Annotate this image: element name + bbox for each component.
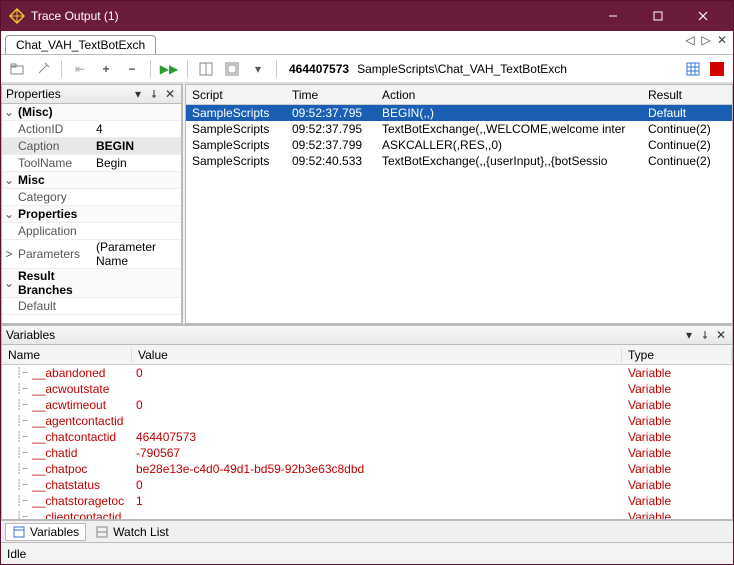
variable-row[interactable]: ┊┄__agentcontactidVariable [2, 413, 732, 429]
prop-row[interactable]: Application [2, 223, 181, 240]
trace-row[interactable]: SampleScripts09:52:40.533TextBotExchange… [186, 153, 732, 169]
bottom-tabstrip: Variables Watch List [1, 520, 733, 542]
variables-title: Variables [6, 328, 680, 342]
trace-grid: Script Time Action Result SampleScripts0… [185, 84, 733, 324]
variables-tab-icon [12, 525, 26, 539]
variable-row[interactable]: ┊┄__chatid-790567Variable [2, 445, 732, 461]
run-icon[interactable]: ▶▶ [159, 59, 179, 79]
layout-dropdown-icon[interactable]: ▾ [248, 59, 268, 79]
document-tabstrip: Chat_VAH_TextBotExch ◁ ▷ ✕ [1, 31, 733, 55]
watch-tab-icon [95, 525, 109, 539]
panel-pin-icon[interactable] [147, 87, 161, 101]
prop-row[interactable]: ActionID4 [2, 121, 181, 138]
col-time[interactable]: Time [286, 88, 376, 102]
grid-icon[interactable] [683, 59, 703, 79]
titlebar: Trace Output (1) [1, 1, 733, 31]
prop-group[interactable]: ⌄(Misc) [2, 104, 181, 121]
trace-header: Script Time Action Result [186, 85, 732, 105]
vars-pin-icon[interactable] [698, 328, 712, 342]
maximize-button[interactable] [635, 1, 680, 31]
properties-panel: Properties ▾ ✕ ⌄(Misc)ActionID4CaptionBE… [1, 84, 183, 324]
minimize-button[interactable] [590, 1, 635, 31]
vars-close-icon[interactable]: ✕ [714, 328, 728, 342]
close-button[interactable] [680, 1, 725, 31]
contact-id: 464407573 [289, 62, 349, 76]
prop-row[interactable]: >Parameters(Parameter Name [2, 240, 181, 269]
app-icon [9, 8, 25, 24]
variables-panel: Variables ▾ ✕ Name Value Type ┊┄__abando… [1, 324, 733, 542]
trace-row[interactable]: SampleScripts09:52:37.795BEGIN(,,)Defaul… [186, 105, 732, 121]
prop-group[interactable]: ⌄Result Branches [2, 269, 181, 298]
vars-dropdown-icon[interactable]: ▾ [682, 328, 696, 342]
prop-row[interactable]: ToolNameBegin [2, 155, 181, 172]
properties-title: Properties [6, 87, 129, 101]
prop-row[interactable]: Category [2, 189, 181, 206]
tab-close-button[interactable]: ✕ [715, 33, 729, 47]
variable-row[interactable]: ┊┄__chatstoragetoc1Variable [2, 493, 732, 509]
add-icon[interactable]: + [96, 59, 116, 79]
variable-row[interactable]: ┊┄__chatstatus0Variable [2, 477, 732, 493]
panel-close-icon[interactable]: ✕ [163, 87, 177, 101]
prop-group[interactable]: ⌄Properties [2, 206, 181, 223]
toolbar: ⇤ + − ▶▶ ▾ 464407573 SampleScripts\Chat_… [1, 55, 733, 83]
tab-watchlist[interactable]: Watch List [88, 523, 176, 541]
tools-icon[interactable] [33, 59, 53, 79]
layout2-icon[interactable] [222, 59, 242, 79]
prop-group[interactable]: ⌄Misc [2, 172, 181, 189]
col-var-type[interactable]: Type [622, 348, 732, 362]
variable-row[interactable]: ┊┄__acwoutstateVariable [2, 381, 732, 397]
col-var-name[interactable]: Name [2, 348, 132, 362]
layout1-icon[interactable] [196, 59, 216, 79]
stop-button[interactable] [707, 59, 727, 79]
variable-row[interactable]: ┊┄__clientcontactidVariable [2, 509, 732, 520]
col-result[interactable]: Result [642, 88, 732, 102]
panel-dropdown-icon[interactable]: ▾ [131, 87, 145, 101]
prop-row[interactable]: CaptionBEGIN [2, 138, 181, 155]
status-text: Idle [7, 547, 26, 561]
window-title: Trace Output (1) [31, 9, 590, 23]
script-path: SampleScripts\Chat_VAH_TextBotExch [357, 62, 567, 76]
variable-row[interactable]: ┊┄__chatpocbe28e13e-c4d0-49d1-bd59-92b3e… [2, 461, 732, 477]
col-var-value[interactable]: Value [132, 348, 622, 362]
col-action[interactable]: Action [376, 88, 642, 102]
tab-chat-vah[interactable]: Chat_VAH_TextBotExch [5, 35, 156, 54]
variable-row[interactable]: ┊┄__chatcontactid464407573Variable [2, 429, 732, 445]
step-back-icon[interactable]: ⇤ [70, 59, 90, 79]
tab-variables[interactable]: Variables [5, 523, 86, 541]
status-bar: Idle [1, 542, 733, 564]
variables-header: Name Value Type [2, 345, 732, 365]
remove-icon[interactable]: − [122, 59, 142, 79]
tab-next-button[interactable]: ▷ [699, 33, 713, 47]
variable-row[interactable]: ┊┄__acwtimeout0Variable [2, 397, 732, 413]
open-icon[interactable] [7, 59, 27, 79]
prop-row[interactable]: Default [2, 298, 181, 315]
trace-row[interactable]: SampleScripts09:52:37.795TextBotExchange… [186, 121, 732, 137]
variable-row[interactable]: ┊┄__abandoned0Variable [2, 365, 732, 381]
col-script[interactable]: Script [186, 88, 286, 102]
trace-row[interactable]: SampleScripts09:52:37.799ASKCALLER(,RES,… [186, 137, 732, 153]
tab-prev-button[interactable]: ◁ [683, 33, 697, 47]
